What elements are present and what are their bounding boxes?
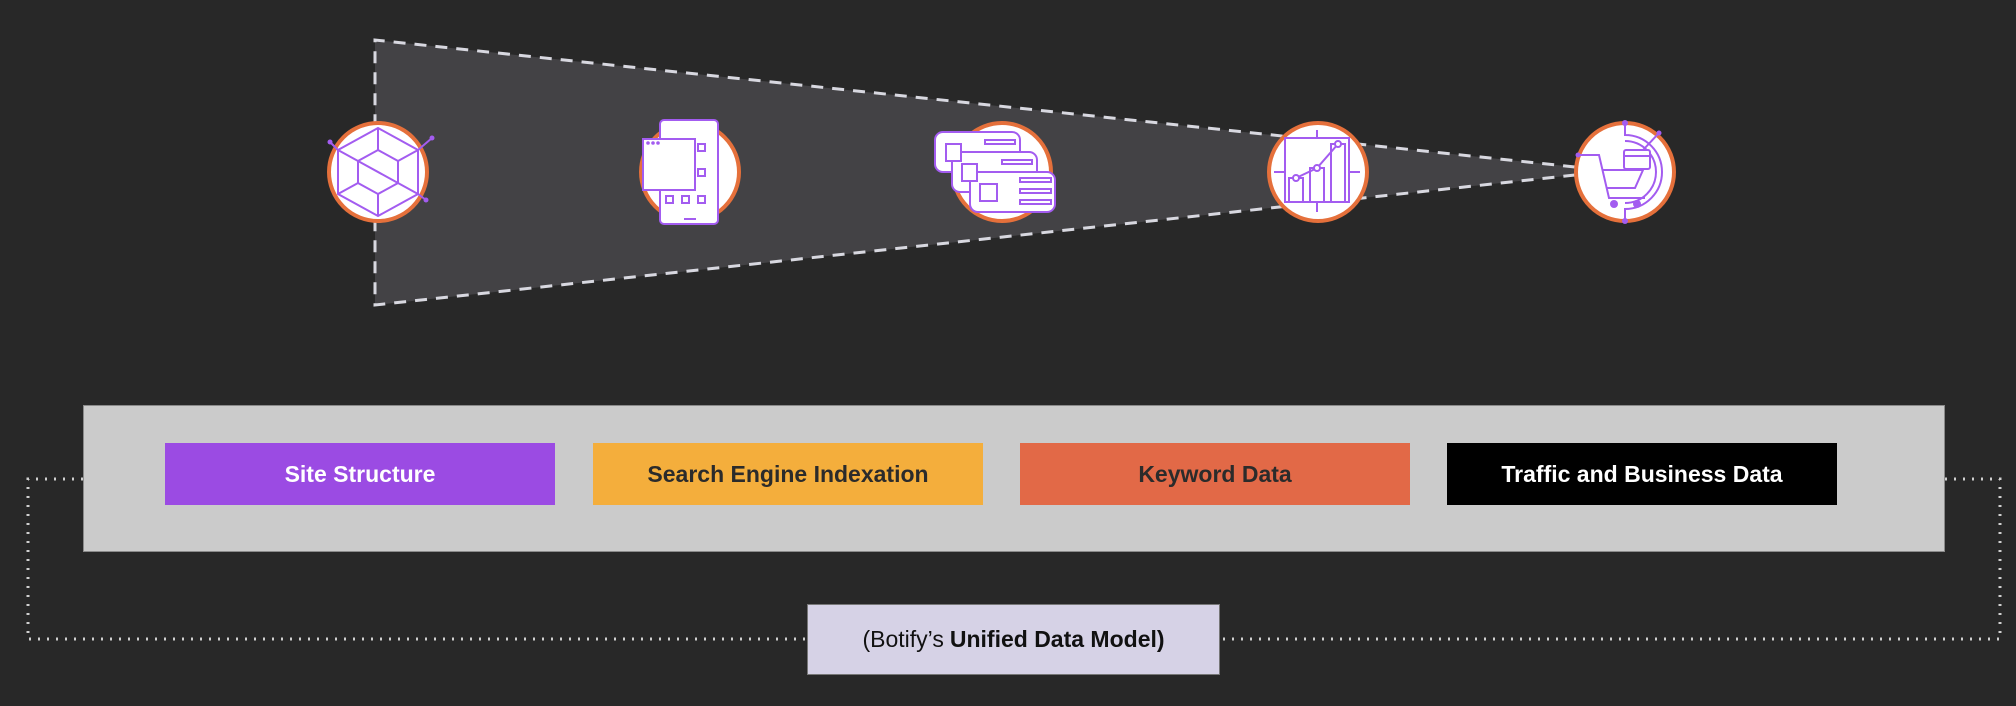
connector-layer	[26, 38, 2002, 641]
stacked-cards-icon	[934, 120, 1056, 224]
unified-data-model-label: (Botify’s Unified Data Model)	[807, 604, 1220, 675]
shopping-cart-icon	[1573, 120, 1677, 224]
category-keyword-data: Keyword Data	[1020, 443, 1410, 505]
hexagon-structure-icon	[326, 120, 435, 224]
category-site-structure: Site Structure	[165, 443, 555, 505]
mobile-pages-icon	[638, 119, 742, 225]
udm-bold: Unified Data Model)	[949, 626, 1165, 652]
category-traffic-business-data: Traffic and Business Data	[1447, 443, 1837, 505]
category-search-engine-indexation: Search Engine Indexation	[593, 443, 983, 505]
growth-chart-icon	[1266, 120, 1370, 224]
udm-prefix: (Botify’s	[862, 626, 944, 652]
